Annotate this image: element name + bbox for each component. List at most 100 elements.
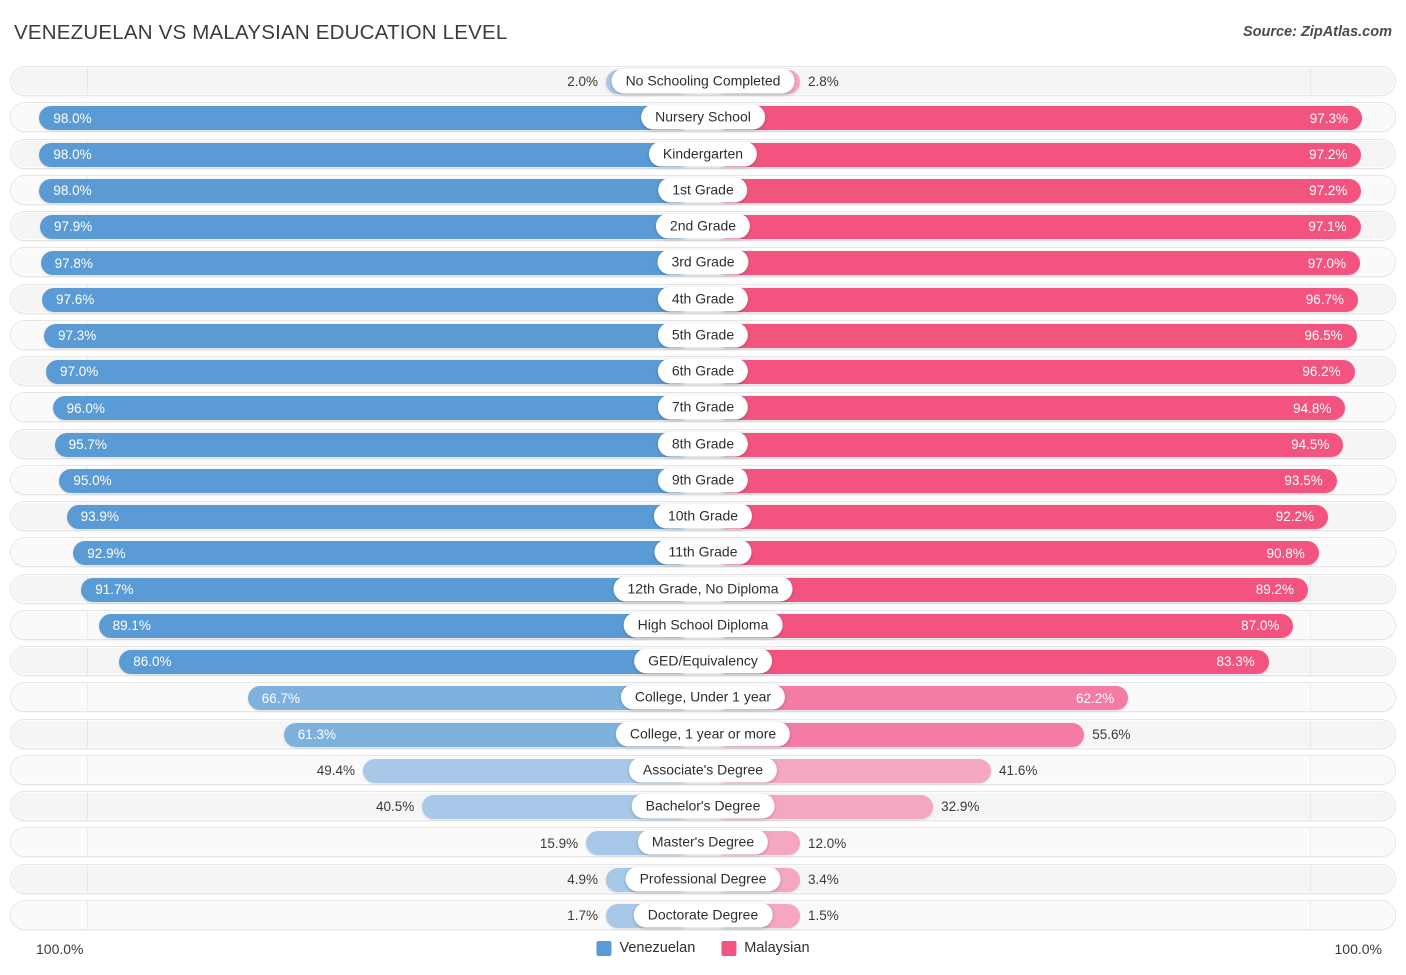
category-label: College, 1 year or more: [615, 721, 791, 746]
legend-item[interactable]: Malaysian: [721, 940, 810, 956]
chart-footer: 100.0% 100.0% Venezuelan Malaysian: [0, 932, 1406, 975]
bar-value-label: 95.0%: [73, 473, 112, 488]
bar-value-label: 97.3%: [1309, 110, 1349, 126]
bar-value-label: 87.0%: [1241, 618, 1280, 633]
grid-guide: [1310, 574, 1311, 603]
chart-row: 96.0% 94.8% 7th Grade: [10, 392, 1396, 423]
bar-venezuelan: 92.9%: [73, 541, 692, 566]
bar-value-label: 94.5%: [1291, 436, 1330, 452]
bar-venezuelan: 97.9%: [40, 215, 692, 239]
bar-value-label: 15.9%: [539, 835, 579, 851]
grid-guide: [87, 792, 88, 820]
grid-guide: [1310, 683, 1311, 712]
bar-value-label: 92.2%: [1275, 509, 1315, 525]
category-label: GED/Equivalency: [634, 648, 772, 674]
bar-value-label: 32.9%: [941, 799, 980, 815]
bar-venezuelan: 93.9%: [66, 505, 692, 529]
category-label: 11th Grade: [654, 539, 752, 565]
category-label: 6th Grade: [657, 358, 749, 384]
grid-guide: [87, 864, 88, 893]
bar-venezuelan: 97.0%: [45, 360, 692, 384]
bar-venezuelan: 97.6%: [41, 287, 692, 312]
bar-value-label: 86.0%: [133, 654, 172, 670]
category-label: Master's Degree: [637, 829, 769, 855]
bar-value-label: 97.9%: [54, 219, 93, 235]
chart-row: 1.7% 1.5% Doctorate Degree: [10, 899, 1396, 930]
chart-row: 97.0% 96.2% 6th Grade: [10, 356, 1396, 386]
grid-guide: [87, 67, 88, 95]
bar-malaysian: 90.8%: [714, 541, 1319, 566]
chart-row: 66.7% 62.2% College, Under 1 year: [10, 682, 1396, 713]
grid-guide: [87, 828, 88, 857]
category-label: 1st Grade: [658, 177, 748, 203]
page-header: Venezuelan vs Malaysian Education Level …: [0, 0, 1406, 62]
grid-guide: [1310, 755, 1311, 784]
chart-row: 97.3% 96.5% 5th Grade: [10, 319, 1396, 350]
grid-guide: [1310, 900, 1311, 929]
bar-value-label: 95.7%: [68, 436, 107, 452]
diverging-bar-chart: 2.0% 2.8% No Schooling Completed 98.0% 97.3%…: [0, 66, 1406, 932]
grid-guide: [87, 755, 88, 784]
grid-guide: [1310, 67, 1311, 95]
bar-value-label: 4.9%: [567, 871, 598, 887]
category-label: High School Diploma: [623, 612, 783, 638]
category-label: 5th Grade: [657, 322, 749, 348]
category-label: 9th Grade: [657, 467, 749, 493]
bar-venezuelan: 86.0%: [119, 650, 692, 674]
bar-venezuelan: 96.0%: [52, 396, 692, 421]
bar-value-label: 40.5%: [376, 799, 415, 815]
bar-value-label: 97.8%: [54, 255, 93, 271]
category-label: 10th Grade: [653, 503, 753, 529]
chart-row: 95.7% 94.5% 8th Grade: [10, 428, 1396, 459]
bar-value-label: 93.9%: [80, 509, 119, 525]
bar-value-label: 97.3%: [57, 328, 97, 343]
category-label: 4th Grade: [657, 286, 749, 311]
bar-value-label: 94.8%: [1293, 400, 1332, 416]
bar-value-label: 62.2%: [1075, 690, 1115, 706]
bar-malaysian: 89.2%: [714, 577, 1309, 602]
chart-row: 49.4% 41.6% Associate's Degree: [10, 754, 1396, 785]
chart-row: 91.7% 89.2% 12th Grade, No Diploma: [10, 573, 1396, 604]
chart-row: 40.5% 32.9% Bachelor's Degree: [10, 791, 1396, 821]
bar-value-label: 92.9%: [87, 545, 126, 561]
source-attribution: Source: ZipAtlas.com: [1242, 24, 1392, 40]
bar-venezuelan: 97.3%: [43, 323, 692, 348]
grid-guide: [87, 683, 88, 712]
legend-item[interactable]: Venezuelan: [596, 940, 695, 956]
bar-value-label: 98.0%: [53, 110, 92, 126]
bar-venezuelan: 89.1%: [98, 613, 692, 638]
chart-row: 97.6% 96.7% 4th Grade: [10, 283, 1396, 314]
category-label: Bachelor's Degree: [631, 793, 775, 819]
bar-malaysian: 97.2%: [714, 178, 1362, 203]
category-label: Nursery School: [641, 104, 765, 130]
bar-value-label: 98.0%: [53, 183, 92, 198]
bar-value-label: 97.6%: [55, 291, 95, 307]
category-label: 2nd Grade: [655, 213, 751, 239]
bar-value-label: 66.7%: [261, 690, 301, 706]
bar-malaysian: 93.5%: [714, 468, 1337, 493]
bar-venezuelan: 91.7%: [81, 577, 692, 602]
bar-value-label: 1.5%: [808, 908, 839, 923]
chart-row: 61.3% 55.6% College, 1 year or more: [10, 718, 1396, 749]
bar-venezuelan: 98.0%: [39, 142, 692, 167]
bar-value-label: 49.4%: [316, 763, 355, 778]
category-label: College, Under 1 year: [620, 684, 786, 710]
bar-malaysian: 96.2%: [714, 360, 1355, 384]
grid-guide: [1310, 792, 1311, 820]
chart-row: 98.0% 97.2% 1st Grade: [10, 174, 1396, 205]
bar-malaysian: 94.5%: [714, 432, 1344, 457]
bar-value-label: 97.2%: [1309, 146, 1348, 162]
page-title: Venezuelan vs Malaysian Education Level: [14, 21, 508, 44]
bar-value-label: 97.1%: [1308, 219, 1347, 235]
bar-value-label: 1.7%: [567, 908, 598, 923]
bar-value-label: 89.2%: [1255, 581, 1295, 597]
chart-row: 2.0% 2.8% No Schooling Completed: [10, 66, 1396, 96]
bar-value-label: 91.7%: [95, 581, 134, 597]
legend-swatch-icon: [596, 940, 612, 956]
legend-label: Malaysian: [744, 940, 810, 956]
bar-value-label: 93.5%: [1284, 473, 1323, 488]
chart-row: 95.0% 93.5% 9th Grade: [10, 464, 1396, 495]
grid-guide: [87, 610, 88, 639]
bar-venezuelan: 98.0%: [39, 106, 692, 131]
grid-guide: [87, 719, 88, 748]
